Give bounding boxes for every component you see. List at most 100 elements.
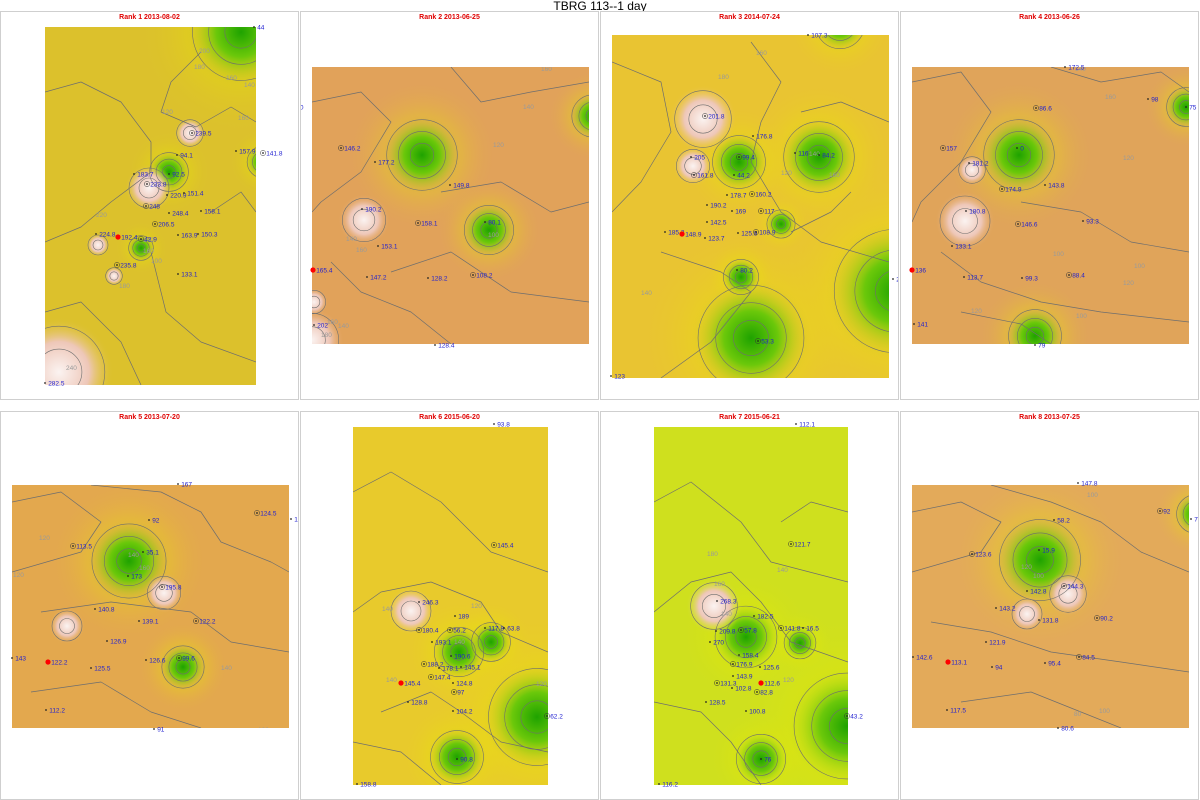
station: 107.3 — [807, 32, 828, 39]
station-value-label: 113.5 — [76, 543, 92, 550]
interpolated-map: 140 140 140 120 120 93.8 145.4 246.3 189 56.2 117.… — [353, 421, 563, 788]
station-value-label: 163.9 — [181, 232, 198, 239]
station-marker — [690, 156, 692, 158]
station: 102.8 — [731, 685, 752, 692]
station-marker — [753, 615, 755, 617]
station-marker — [145, 205, 147, 207]
station-marker — [177, 234, 179, 236]
station: 157.9 — [235, 148, 256, 155]
station-value-label: 116.2 — [662, 781, 678, 788]
station: 158.8 — [356, 781, 377, 788]
station-value-label: 128.8 — [411, 699, 428, 706]
station-marker — [127, 575, 129, 577]
contour-label: 160 — [327, 319, 338, 326]
station-marker — [11, 657, 13, 659]
contour-label: 100 — [1087, 492, 1098, 499]
station-value-label: 172.5 — [1068, 64, 1085, 71]
contour-label: 180 — [366, 54, 377, 61]
station: 182.5 — [753, 613, 774, 620]
station-marker — [361, 208, 363, 210]
station-value-label: 99.4 — [742, 154, 755, 161]
station-value-label: 76 — [764, 756, 772, 763]
station-value-label: 90.8 — [460, 756, 473, 763]
contour-label: 120 — [1123, 155, 1134, 162]
station-value-label: 126.6 — [149, 657, 166, 664]
station-marker — [1044, 184, 1046, 186]
station: 126.6 — [145, 657, 166, 664]
station-marker — [484, 627, 486, 629]
station-marker — [423, 663, 425, 665]
station: 143.9 — [732, 673, 753, 680]
station-marker — [610, 375, 612, 377]
station-marker — [168, 212, 170, 214]
station-value-label: 193.1 — [435, 639, 452, 646]
station: 163.9 — [177, 232, 198, 239]
contour-label: 100 — [258, 727, 269, 734]
station-value-label: 224.8 — [99, 231, 116, 238]
contour-label: 160 — [541, 66, 552, 73]
station-marker — [913, 323, 915, 325]
contour-label: 100 — [1099, 708, 1110, 715]
station-value-label: 189 — [458, 613, 469, 620]
station: 126.9 — [106, 638, 127, 645]
station-marker — [472, 274, 474, 276]
high-value-zone — [956, 154, 988, 186]
contour-label: 180 — [321, 332, 332, 339]
station: 246.3 — [418, 599, 439, 606]
station-value-label: 88.4 — [1072, 272, 1085, 279]
station-value-label: 58.2 — [1057, 517, 1070, 524]
station-marker — [45, 709, 47, 711]
station-marker — [178, 657, 180, 659]
station-value-label: 190.2 — [710, 202, 727, 209]
station-marker — [452, 682, 454, 684]
station: 121.9 — [985, 639, 1006, 646]
station-value-label: 142.8 — [1030, 588, 1047, 595]
station-value-label: 161.8 — [697, 172, 714, 179]
station-marker — [985, 641, 987, 643]
station-value-label: 108.2 — [476, 272, 493, 279]
station-value-label: 113.1 — [951, 659, 967, 666]
panel-rank-5: Rank 5 2013-07-20 120 140 160 140 120 100 167 12… — [0, 411, 299, 800]
low-value-zone — [1005, 306, 1065, 344]
station-value-label: 145.4 — [404, 680, 421, 687]
station-marker — [802, 627, 804, 629]
station-marker — [90, 667, 92, 669]
interpolated-map: 2001801601402202401801001201401601604423… — [44, 24, 283, 387]
panel-rank-6: Rank 6 2015-06-20 140 140 140 120 120 93.8 145.… — [300, 411, 599, 800]
station-marker — [177, 483, 179, 485]
station-marker — [760, 210, 762, 212]
station-marker — [807, 34, 809, 36]
station-value-label: 235.8 — [120, 262, 137, 269]
station-marker — [434, 344, 436, 346]
station: 224.8 — [95, 231, 116, 238]
station-marker — [737, 232, 739, 234]
contour-label: 120 — [1021, 564, 1032, 571]
high-value-zone — [49, 608, 85, 644]
contour-label: 120 — [1123, 280, 1134, 287]
panel-rank-7: Rank 7 2015-06-21 140 180 160 140 120 112.1 121… — [600, 411, 899, 800]
station: 149.8 — [449, 182, 470, 189]
station: 282.5 — [44, 380, 65, 387]
station-marker — [1038, 619, 1040, 621]
station: 125.5 — [90, 665, 111, 672]
contour-label: 240 — [66, 365, 77, 372]
station: 133.1 — [951, 243, 972, 250]
station: 142.8 — [1026, 588, 1047, 595]
station: 131.8 — [1038, 617, 1059, 624]
station-value-label: 122.2 — [51, 659, 68, 666]
station-marker — [1038, 549, 1040, 551]
contour-label: 160 — [356, 247, 367, 254]
high-value-zone — [312, 288, 328, 316]
station-marker — [752, 135, 754, 137]
contour-label: 180 — [718, 74, 729, 81]
contour-label: 160 — [226, 75, 237, 82]
station-value-label: 157.9 — [239, 148, 256, 155]
station-value-label: 148.9 — [685, 231, 702, 238]
station-value-label: 75 — [1194, 516, 1199, 523]
station: 143.2 — [995, 605, 1016, 612]
contour-label: 120 — [13, 572, 24, 579]
station-value-label: 239.5 — [195, 130, 212, 137]
station-marker — [168, 173, 170, 175]
station-value-label: 15.9 — [1042, 547, 1055, 554]
station-marker — [736, 269, 738, 271]
